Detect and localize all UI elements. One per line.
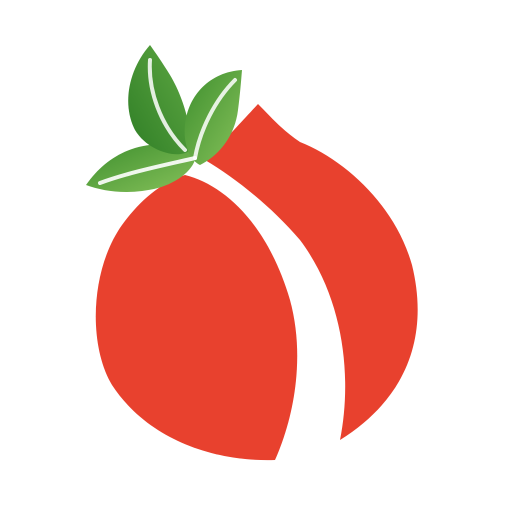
- peach-fruit-with-leaves-icon: [86, 45, 418, 461]
- app-icon-canvas: [0, 0, 512, 512]
- fruit-left-lobe: [95, 175, 298, 461]
- leaf-top: [128, 45, 191, 155]
